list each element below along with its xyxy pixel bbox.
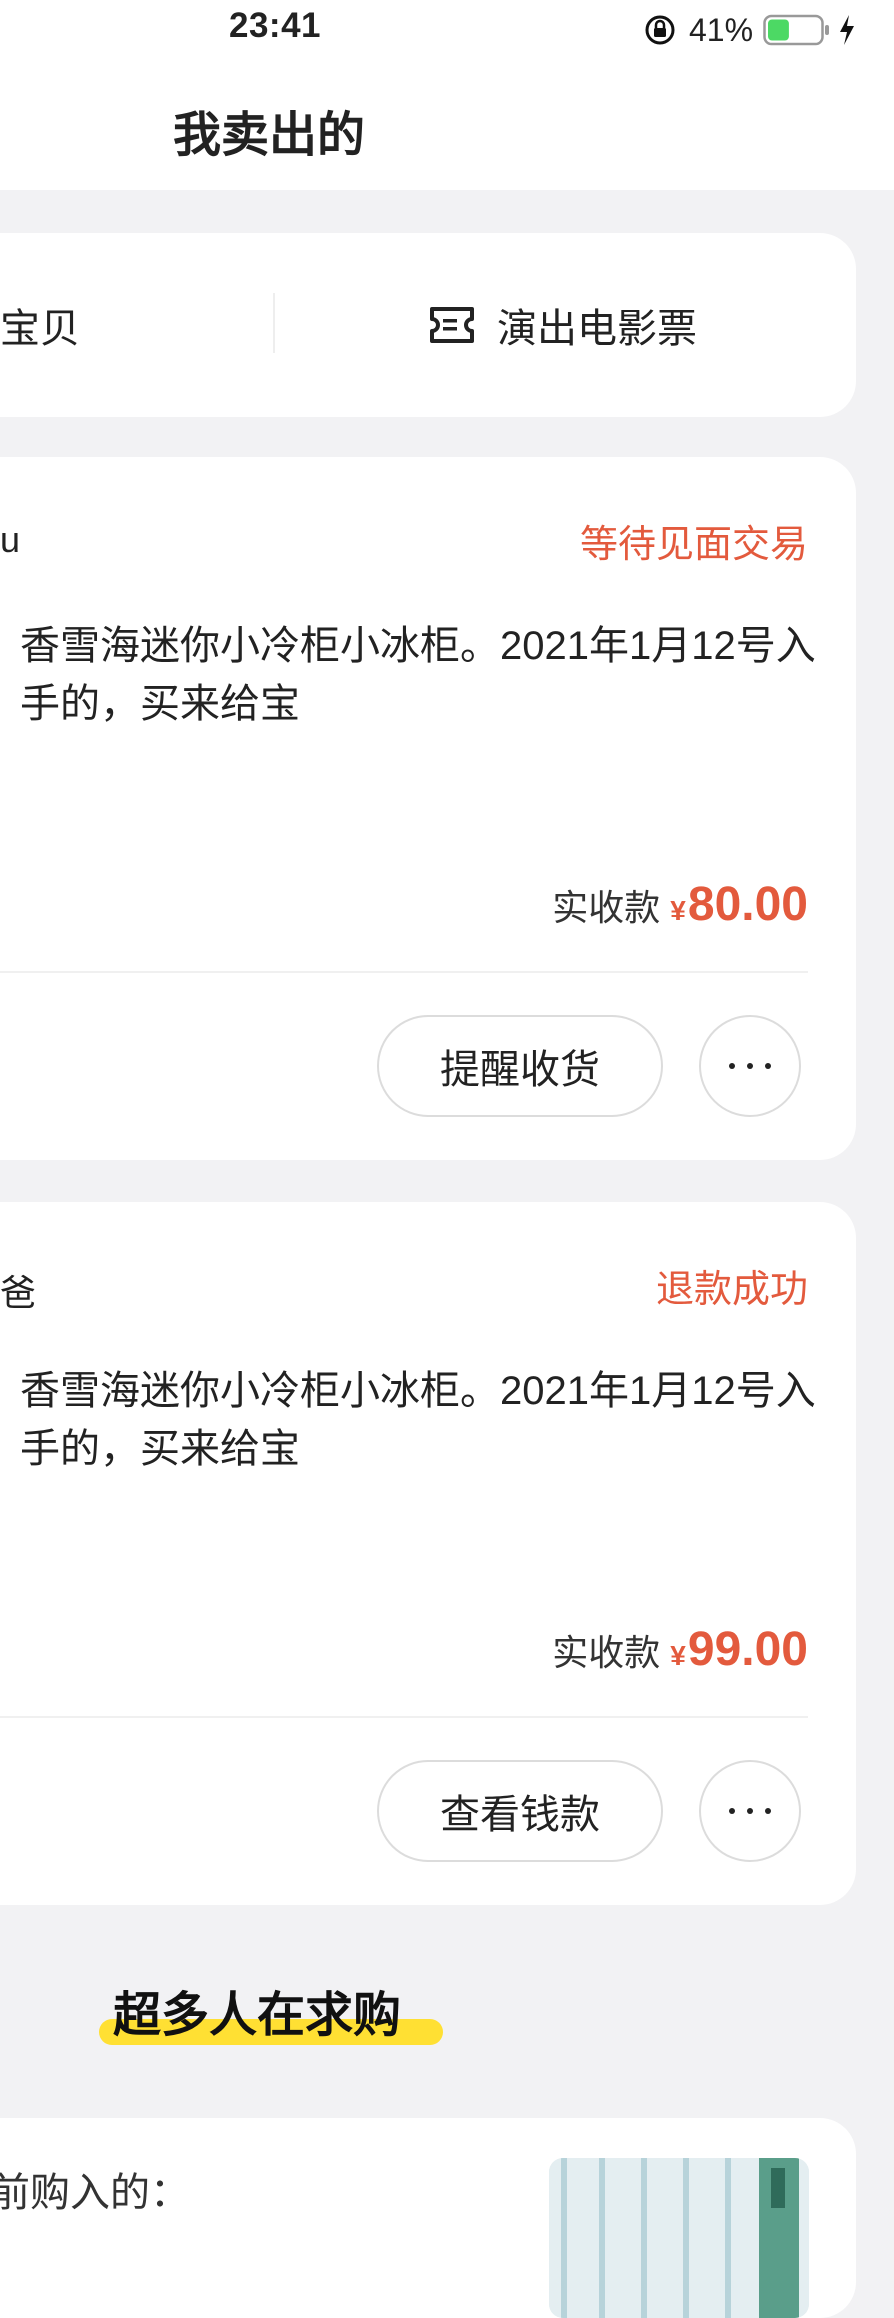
section-title: 超多人在求购 [113, 1989, 402, 2042]
remind-receipt-button[interactable]: 提醒收货 [377, 1015, 663, 1117]
order-card[interactable]: 爸 退款成功 香雪海迷你小冷柜小冰柜。2021年1月12号入手的，买来给宝 实收… [0, 1202, 856, 1905]
price-value: 99.00 [687, 1623, 808, 1676]
received-amount: 实收款 ¥ 80.00 [552, 877, 808, 932]
more-options-button[interactable] [699, 1760, 801, 1862]
buyer-name: 爸 [0, 1272, 37, 1313]
status-icons: 41% [643, 10, 857, 50]
thumbnail-image [549, 2158, 809, 2318]
more-options-button[interactable] [699, 1015, 801, 1117]
charging-bolt-icon [840, 15, 855, 45]
buyer-name: u [0, 519, 21, 560]
divider [0, 971, 808, 973]
section-header: 超多人在求购 [99, 1975, 443, 2045]
item-thumbnail [549, 2158, 809, 2318]
item-description[interactable]: 香雪海迷你小冷柜小冰柜。2021年1月12号入手的，买来给宝 [20, 1362, 820, 1478]
order-status: 等待见面交易 [579, 524, 808, 566]
wanted-item-card[interactable]: 前购入的： [0, 2118, 856, 2318]
battery-icon [763, 14, 830, 46]
wanted-item-text: 前购入的： [0, 2171, 190, 2215]
order-card[interactable]: u 等待见面交易 香雪海迷你小冷柜小冰柜。2021年1月12号入手的，买来给宝 … [0, 457, 856, 1160]
price-label: 实收款 [552, 1632, 661, 1673]
price-label: 实收款 [552, 887, 661, 928]
ticket-icon [430, 307, 474, 343]
tab-divider [273, 293, 275, 353]
category-tabs-card: 钱宝贝 演出电影票 [0, 233, 856, 417]
battery-percent: 41% [689, 11, 754, 48]
price-value: 80.00 [687, 878, 808, 931]
more-dots-icon [729, 1808, 771, 1814]
tab-treasure-label: 钱宝贝 [0, 307, 80, 351]
page-title: 我卖出的 [173, 109, 366, 162]
item-description[interactable]: 香雪海迷你小冷柜小冰柜。2021年1月12号入手的，买来给宝 [20, 617, 820, 733]
more-dots-icon [729, 1063, 771, 1069]
rotation-lock-icon [645, 15, 675, 45]
received-amount: 实收款 ¥ 99.00 [552, 1622, 808, 1677]
top-bar: 23:41 41% 我卖出的 [0, 0, 894, 190]
tab-treasure[interactable]: 钱宝贝 [0, 233, 110, 417]
status-time: 23:41 [229, 6, 322, 45]
divider [0, 1716, 808, 1718]
order-status: 退款成功 [655, 1269, 808, 1311]
tab-show-movie-tickets[interactable]: 演出电影票 [427, 233, 697, 417]
currency-symbol: ¥ [670, 895, 686, 926]
currency-symbol: ¥ [670, 1640, 686, 1671]
tab-show-movie-tickets-label: 演出电影票 [497, 307, 697, 351]
view-payment-button[interactable]: 查看钱款 [377, 1760, 663, 1862]
